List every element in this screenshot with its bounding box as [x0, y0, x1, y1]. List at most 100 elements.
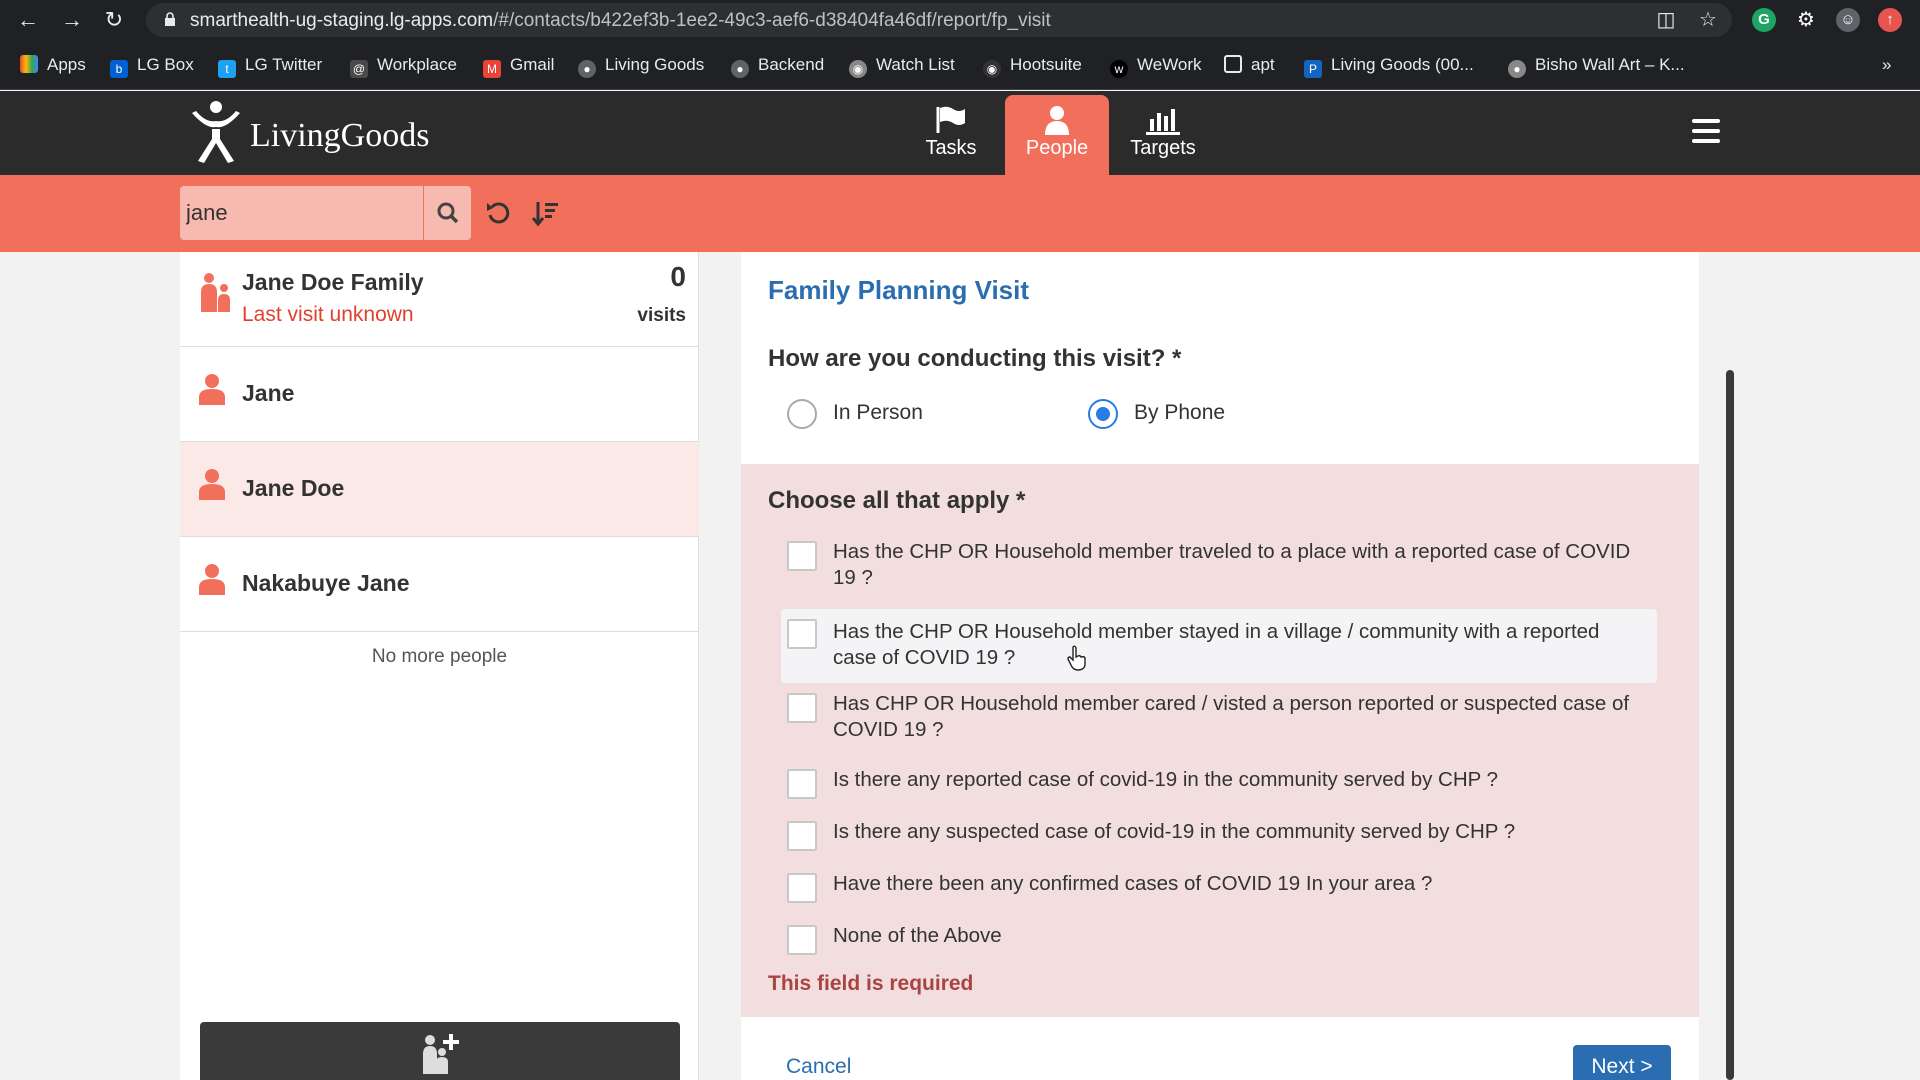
lock-icon — [165, 12, 175, 26]
wework-icon: w — [1110, 60, 1128, 78]
bookmark-label: Watch List — [876, 55, 955, 74]
people-list: Jane Doe Family Last visit unknown 0 vis… — [180, 252, 699, 1080]
person-icon — [1045, 106, 1069, 135]
bookmark-apt[interactable]: apt — [1224, 54, 1275, 76]
menu-icon[interactable] — [1692, 119, 1720, 143]
apps-grid-icon — [20, 55, 38, 73]
person-icon — [199, 374, 225, 405]
tab-label: People — [1025, 137, 1089, 159]
livinggoods-logo[interactable]: LivingGoods — [190, 99, 429, 169]
gmail-icon: M — [483, 60, 501, 78]
bookmark-bisho-wall-art[interactable]: ● Bisho Wall Art – K... — [1508, 54, 1685, 78]
checkbox[interactable] — [787, 873, 817, 903]
radio-button[interactable] — [787, 399, 817, 429]
avatar[interactable]: ☺ — [1836, 8, 1860, 32]
visits-count: 0 — [670, 261, 686, 292]
checkbox-option[interactable]: Is there any suspected case of covid-19 … — [781, 813, 1657, 857]
bookmark-label: LG Box — [137, 55, 194, 74]
person-name: Jane Doe — [242, 475, 345, 501]
star-icon[interactable]: ☆ — [1696, 8, 1720, 32]
reset-icon[interactable] — [484, 199, 512, 227]
tab-targets[interactable]: Targets — [1111, 95, 1215, 175]
address-bar[interactable]: smarthealth-ug-staging.lg-apps.com/#/con… — [146, 3, 1732, 37]
logo-figure-icon — [192, 101, 240, 163]
sort-icon[interactable] — [532, 199, 560, 227]
checkbox-label: Is there any reported case of covid-19 i… — [833, 768, 1499, 791]
radio-button-checked[interactable] — [1088, 399, 1118, 429]
bookmark-apps[interactable]: Apps — [20, 54, 86, 76]
globe-icon: ● — [578, 60, 596, 78]
bookmark-backend[interactable]: ● Backend — [731, 54, 825, 78]
add-family-button[interactable] — [200, 1022, 680, 1080]
bookmark-label: WeWork — [1137, 55, 1202, 74]
update-icon[interactable]: ↑ — [1878, 8, 1902, 32]
bookmark-overflow[interactable]: » — [1882, 54, 1891, 76]
checkbox-option[interactable]: None of the Above — [781, 917, 1657, 961]
search-button[interactable] — [423, 186, 471, 240]
checkbox[interactable] — [787, 619, 817, 649]
person-name: Nakabuye Jane — [242, 570, 410, 596]
checkbox-label: None of the Above — [833, 924, 1002, 947]
grammarly-icon[interactable]: G — [1752, 8, 1776, 32]
checkbox-option-hover[interactable]: Has the CHP OR Household member stayed i… — [781, 609, 1657, 683]
checkbox[interactable] — [787, 693, 817, 723]
checkbox-option[interactable]: Has the CHP OR Household member traveled… — [781, 533, 1657, 597]
reload-icon[interactable]: ↻ — [100, 6, 128, 34]
bookmark-label: Living Goods (00... — [1331, 55, 1474, 74]
url-host: smarthealth-ug-staging.lg-apps.com — [190, 10, 494, 31]
bookmark-label: Bisho Wall Art – K... — [1535, 55, 1685, 74]
bookmark-gmail[interactable]: M Gmail — [483, 54, 554, 78]
shield-icon[interactable]: ◫ — [1654, 8, 1678, 32]
family-icon — [201, 273, 230, 312]
checkbox-option[interactable]: Have there been any confirmed cases of C… — [781, 865, 1657, 909]
search-toolbar — [0, 175, 1920, 252]
person-icon — [199, 469, 225, 500]
bookmark-lg-box[interactable]: b LG Box — [110, 54, 194, 78]
person-icon — [199, 564, 225, 595]
bar-chart-icon — [1146, 109, 1180, 135]
browser-toolbar: ← → ↻ smarthealth-ug-staging.lg-apps.com… — [0, 0, 1920, 40]
checkbox[interactable] — [787, 925, 817, 955]
url-path: /#/contacts/b422ef3b-1ee2-49c3-aef6-d384… — [493, 10, 1051, 31]
checkbox[interactable] — [787, 541, 817, 571]
bookmark-living-goods-00[interactable]: P Living Goods (00... — [1304, 54, 1474, 78]
bookmark-label: Backend — [758, 55, 825, 74]
bookmark-workplace[interactable]: @ Workplace — [350, 54, 457, 78]
checkbox-option[interactable]: Has CHP OR Household member cared / vist… — [781, 685, 1657, 749]
list-item-person-selected[interactable]: Jane Doe — [180, 442, 699, 537]
radio-label: In Person — [833, 401, 923, 424]
forward-arrow-icon[interactable]: → — [58, 6, 86, 34]
required-error: This field is required — [768, 972, 974, 995]
checkbox[interactable] — [787, 821, 817, 851]
back-arrow-icon[interactable]: ← — [14, 6, 42, 34]
bookmark-label: Apps — [47, 55, 86, 74]
bookmark-lg-twitter[interactable]: t LG Twitter — [218, 54, 322, 78]
bookmark-living-goods[interactable]: ● Living Goods — [578, 54, 704, 78]
bookmark-wework[interactable]: w WeWork — [1110, 54, 1202, 78]
checkbox-label: Has the CHP OR Household member traveled… — [833, 540, 1631, 589]
next-button[interactable]: Next > — [1573, 1045, 1671, 1080]
list-item-family[interactable]: Jane Doe Family Last visit unknown 0 vis… — [180, 252, 699, 347]
scrollbar[interactable] — [1726, 370, 1734, 1080]
tab-people[interactable]: People — [1005, 95, 1109, 175]
list-item-person[interactable]: Jane — [180, 347, 699, 442]
tab-tasks[interactable]: Tasks — [899, 95, 1003, 175]
list-item-person[interactable]: Nakabuye Jane — [180, 537, 699, 632]
bookmark-hootsuite[interactable]: ◉ Hootsuite — [983, 54, 1082, 78]
search-input[interactable] — [180, 186, 423, 240]
person-name: Jane — [242, 380, 295, 406]
site-icon: ● — [1508, 60, 1526, 78]
puzzle-icon[interactable]: ⚙ — [1794, 8, 1818, 32]
report-form: Family Planning Visit How are you conduc… — [741, 252, 1699, 1080]
visits-label: visits — [637, 305, 686, 326]
folder-icon — [1224, 55, 1242, 73]
twitter-icon: t — [218, 60, 236, 78]
checkbox-label: Is there any suspected case of covid-19 … — [833, 820, 1516, 843]
flag-icon — [936, 106, 965, 133]
cancel-button[interactable]: Cancel — [786, 1055, 851, 1079]
hand-cursor-icon — [1067, 645, 1086, 671]
checkbox-option[interactable]: Is there any reported case of covid-19 i… — [781, 761, 1657, 805]
bookmark-watch-list[interactable]: ◉ Watch List — [849, 54, 955, 78]
checkbox[interactable] — [787, 769, 817, 799]
form-title: Family Planning Visit — [768, 275, 1030, 305]
